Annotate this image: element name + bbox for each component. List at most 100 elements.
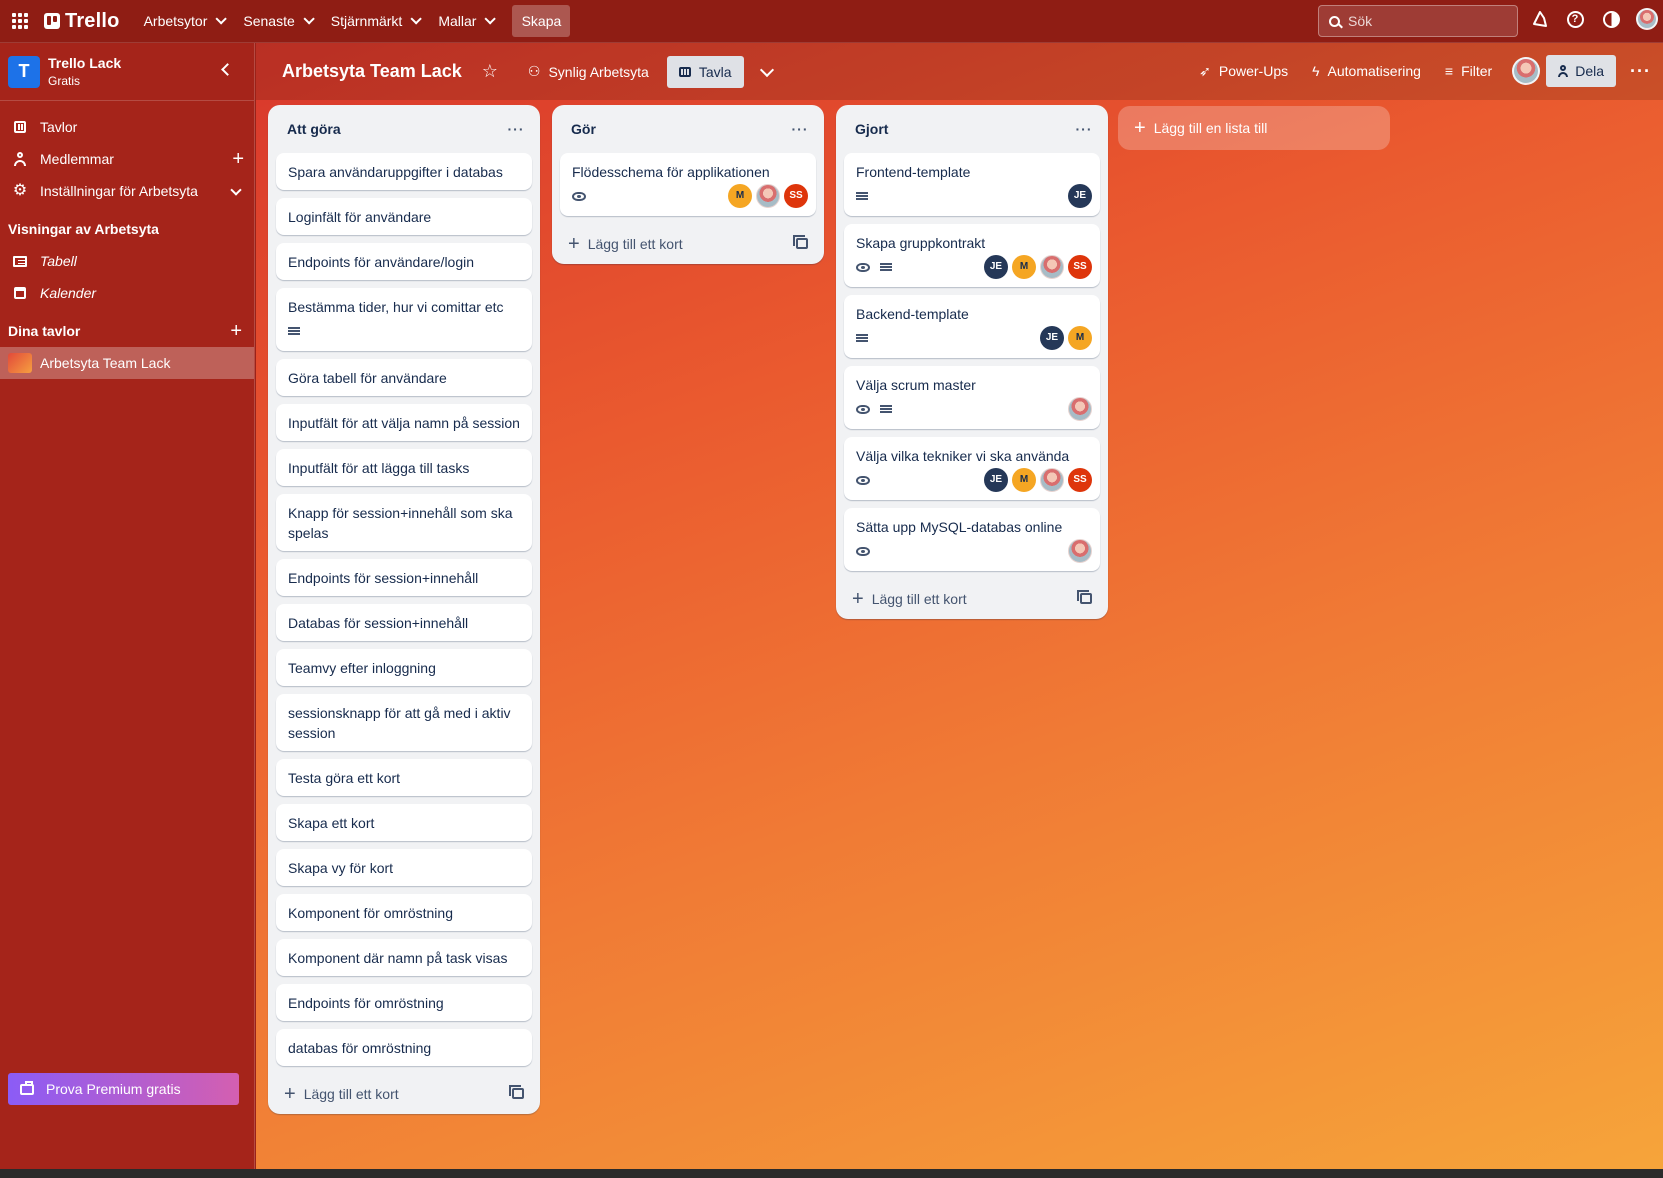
card[interactable]: Databas för session+innehåll	[276, 604, 532, 641]
chevron-down-icon[interactable]	[230, 184, 242, 196]
search-input[interactable]	[1348, 13, 1498, 29]
member-avatar-je[interactable]: JE	[1040, 326, 1064, 350]
menu-workspaces[interactable]: Arbetsytor	[134, 5, 234, 37]
workspace-plan: Gratis	[48, 74, 81, 88]
try-premium-button[interactable]: Prova Premium gratis	[8, 1073, 239, 1105]
sidebar-item-board[interactable]: Arbetsyta Team Lack	[0, 347, 254, 379]
visibility-button[interactable]: ⚇ Synlig Arbetsyta	[520, 56, 657, 88]
card-template-icon[interactable]	[793, 235, 808, 249]
card[interactable]: Sätta upp MySQL-databas online	[844, 508, 1100, 571]
card[interactable]: Flödesschema för applikationen M SS	[560, 153, 816, 216]
member-avatar-photo[interactable]	[1040, 255, 1064, 279]
card[interactable]: Loginfält för användare	[276, 198, 532, 235]
share-button[interactable]: Dela	[1546, 55, 1617, 87]
member-avatar-m[interactable]: M	[1012, 468, 1036, 492]
search-box[interactable]	[1318, 5, 1518, 37]
create-button[interactable]: Skapa	[512, 5, 571, 37]
menu-starred[interactable]: Stjärnmärkt	[321, 5, 429, 37]
card[interactable]: Endpoints för användare/login	[276, 243, 532, 280]
filter-button[interactable]: ≡ Filter	[1437, 55, 1500, 87]
member-avatar-je[interactable]: JE	[984, 255, 1008, 279]
member-avatar-photo[interactable]	[1040, 468, 1064, 492]
workspace-name[interactable]: Trello Lack	[48, 55, 121, 71]
power-ups-button[interactable]: ➶ Power-Ups	[1191, 55, 1296, 87]
card[interactable]: Inputfält för att lägga till tasks	[276, 449, 532, 486]
card-template-icon[interactable]	[509, 1085, 524, 1099]
card[interactable]: Knapp för session+innehåll som ska spela…	[276, 494, 532, 551]
card[interactable]: Skapa ett kort	[276, 804, 532, 841]
card[interactable]: Endpoints för session+innehåll	[276, 559, 532, 596]
card[interactable]: databas för omröstning	[276, 1029, 532, 1066]
list-header[interactable]: Gjort ···	[836, 105, 1108, 153]
list-header[interactable]: Gör ···	[552, 105, 824, 153]
board-title[interactable]: Arbetsyta Team Lack	[282, 61, 462, 82]
card[interactable]: Välja vilka tekniker vi ska använda JE M…	[844, 437, 1100, 500]
member-avatar-m[interactable]: M	[1012, 255, 1036, 279]
watch-icon	[856, 546, 870, 556]
description-icon	[880, 404, 892, 414]
board-menu-icon[interactable]: ···	[1630, 61, 1651, 82]
card-template-icon[interactable]	[1077, 590, 1092, 604]
card[interactable]: Välja scrum master	[844, 366, 1100, 429]
trello-logo[interactable]: Trello	[44, 10, 120, 33]
list-title[interactable]: Gör	[571, 121, 596, 137]
add-card-button[interactable]: + Lägg till ett kort	[552, 224, 824, 264]
card[interactable]: Komponent där namn på task visas	[276, 939, 532, 976]
card[interactable]: Göra tabell för användare	[276, 359, 532, 396]
sidebar-item-table[interactable]: Tabell	[0, 245, 254, 277]
app-switcher-icon[interactable]	[10, 11, 30, 31]
add-card-button[interactable]: + Lägg till ett kort	[268, 1074, 540, 1114]
add-board-icon[interactable]: +	[230, 320, 242, 343]
card[interactable]: sessionsknapp för att gå med i aktiv ses…	[276, 694, 532, 751]
list-menu-icon[interactable]: ···	[788, 117, 812, 141]
add-card-button[interactable]: + Lägg till ett kort	[836, 579, 1108, 619]
help-icon[interactable]: ?	[1563, 7, 1587, 31]
list-menu-icon[interactable]: ···	[504, 117, 528, 141]
card[interactable]: Backend-template JE M	[844, 295, 1100, 358]
add-list-button[interactable]: + Lägg till en lista till	[1118, 106, 1390, 150]
member-avatar-je[interactable]: JE	[984, 468, 1008, 492]
card[interactable]: Testa göra ett kort	[276, 759, 532, 796]
sidebar-item-label: Medlemmar	[40, 151, 114, 167]
member-avatar-photo[interactable]	[1068, 539, 1092, 563]
card[interactable]: Bestämma tider, hur vi comittar etc	[276, 288, 532, 351]
theme-toggle-icon[interactable]	[1599, 7, 1623, 31]
view-board-button[interactable]: Tavla	[666, 55, 744, 88]
board-member-avatar[interactable]	[1512, 57, 1541, 85]
card[interactable]: Endpoints för omröstning	[276, 984, 532, 1021]
card[interactable]: Skapa vy för kort	[276, 849, 532, 886]
notifications-icon[interactable]	[1527, 7, 1551, 31]
card[interactable]: Skapa gruppkontrakt JE M SS	[844, 224, 1100, 287]
member-avatar-ss[interactable]: SS	[784, 184, 808, 208]
menu-templates[interactable]: Mallar	[428, 5, 502, 37]
sidebar-item-members[interactable]: Medlemmar +	[0, 143, 254, 175]
list-title[interactable]: Gjort	[855, 121, 888, 137]
list-header[interactable]: Att göra ···	[268, 105, 540, 153]
star-icon[interactable]: ☆	[482, 61, 498, 82]
list-title[interactable]: Att göra	[287, 121, 341, 137]
automation-button[interactable]: ϟ Automatisering	[1304, 55, 1429, 87]
collapse-sidebar-icon[interactable]	[221, 63, 234, 76]
card[interactable]: Frontend-template JE	[844, 153, 1100, 216]
menu-recent[interactable]: Senaste	[233, 5, 320, 37]
card[interactable]: Komponent för omröstning	[276, 894, 532, 931]
member-avatar-photo[interactable]	[756, 184, 780, 208]
card[interactable]: Inputfält för att välja namn på session	[276, 404, 532, 441]
member-avatar-ss[interactable]: SS	[1068, 468, 1092, 492]
member-avatar-photo[interactable]	[1068, 397, 1092, 421]
sidebar-item-boards[interactable]: Tavlor	[0, 111, 254, 143]
sidebar-item-settings[interactable]: ⚙ Inställningar för Arbetsyta	[0, 175, 254, 207]
sidebar-item-calendar[interactable]: Kalender	[0, 277, 254, 309]
member-avatar-je[interactable]: JE	[1068, 184, 1092, 208]
card[interactable]: Teamvy efter inloggning	[276, 649, 532, 686]
add-member-icon[interactable]: +	[232, 149, 244, 169]
account-avatar[interactable]	[1635, 7, 1659, 31]
member-avatar-ss[interactable]: SS	[1068, 255, 1092, 279]
person-icon	[14, 152, 26, 166]
card[interactable]: Spara användaruppgifter i databas	[276, 153, 532, 190]
member-avatar-m[interactable]: M	[728, 184, 752, 208]
list-doing: Gör ··· Flödesschema för applikationen M…	[552, 105, 824, 264]
chevron-down-icon[interactable]	[759, 62, 774, 77]
member-avatar-m[interactable]: M	[1068, 326, 1092, 350]
list-menu-icon[interactable]: ···	[1072, 117, 1096, 141]
